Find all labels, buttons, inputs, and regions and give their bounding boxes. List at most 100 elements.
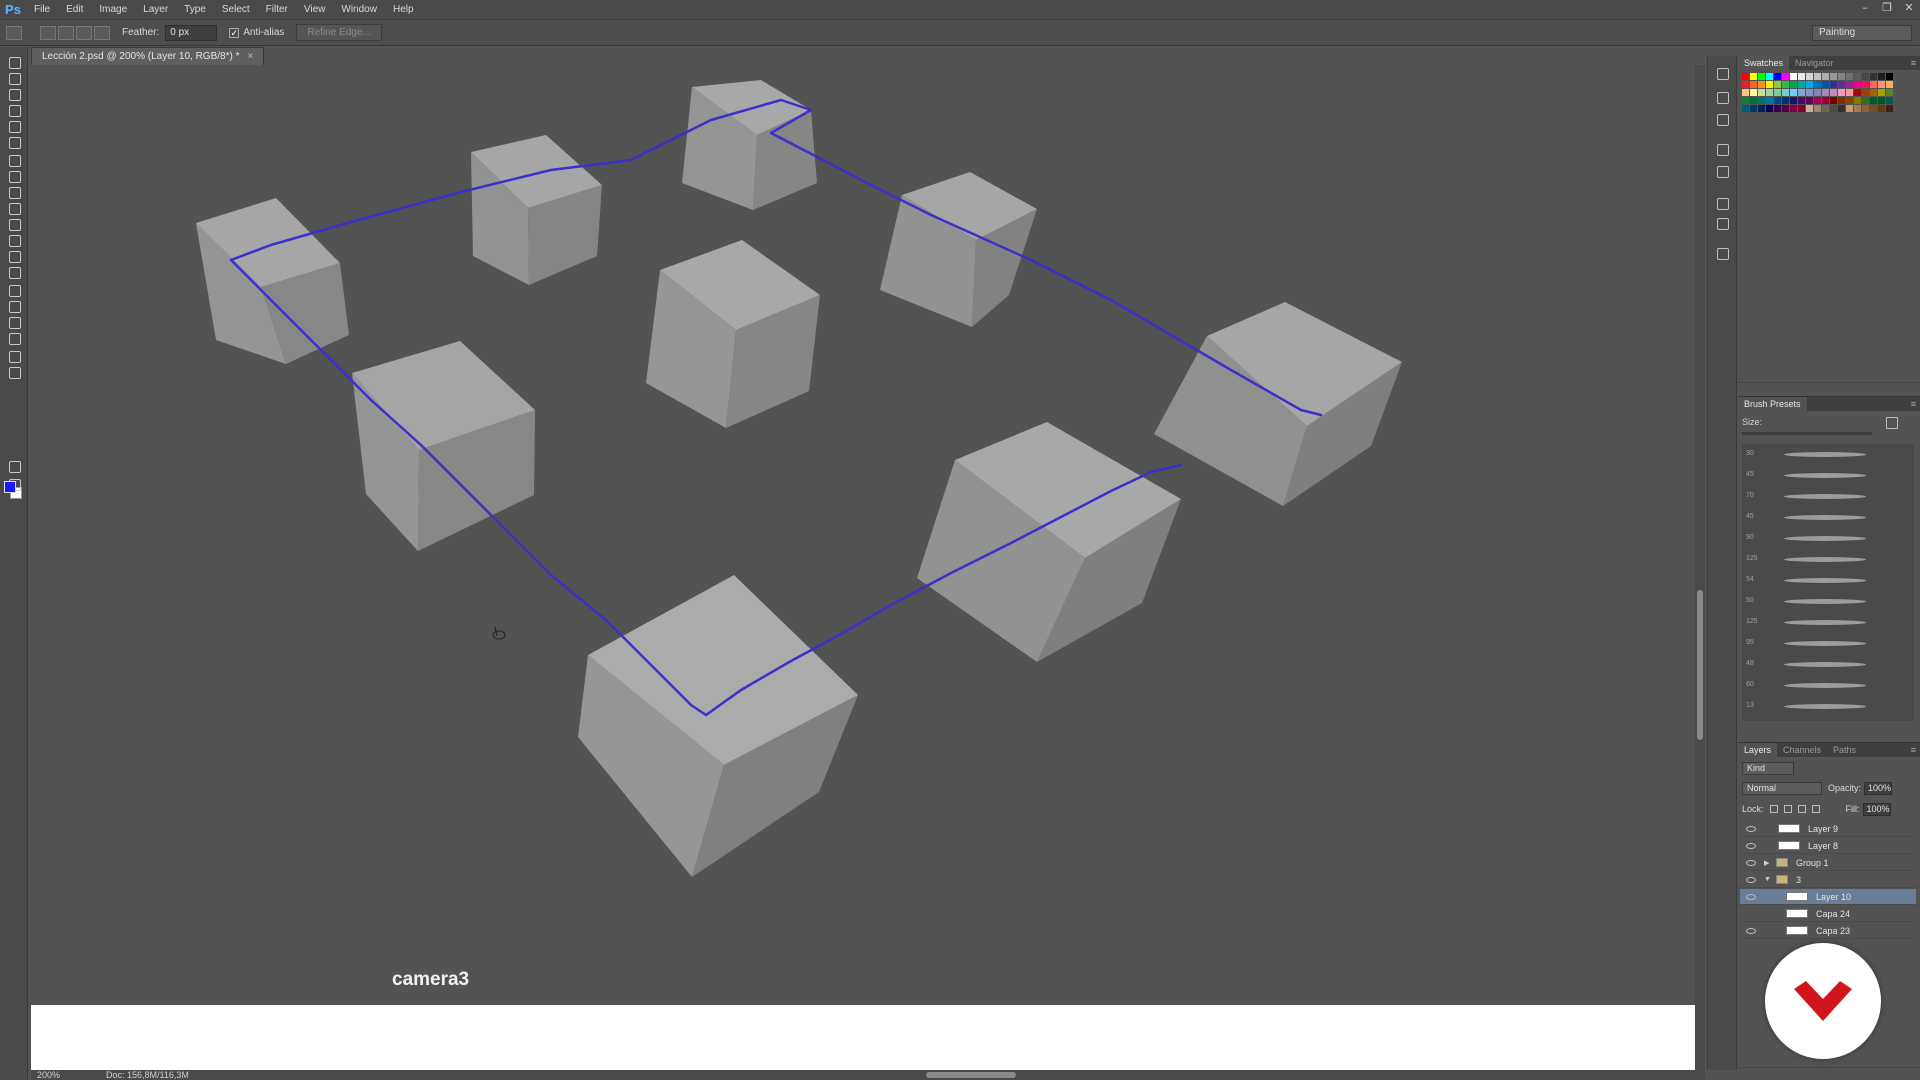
move-tool-icon[interactable]: [7, 55, 21, 69]
layer-row[interactable]: ▼ 3: [1740, 872, 1916, 888]
color-swatch[interactable]: [1742, 89, 1749, 96]
color-swatch[interactable]: [1862, 89, 1869, 96]
color-swatch[interactable]: [1886, 97, 1893, 104]
color-swatch[interactable]: [1782, 105, 1789, 112]
color-swatch[interactable]: [1870, 89, 1877, 96]
close-button[interactable]: ✕: [1898, 0, 1920, 16]
brush-preset-stroke[interactable]: [1784, 641, 1866, 646]
lock-pixels-icon[interactable]: [1783, 805, 1792, 813]
document-tab[interactable]: Lección 2.psd @ 200% (Layer 10, RGB/8*) …: [31, 47, 265, 65]
color-swatch[interactable]: [1766, 89, 1773, 96]
tab-layers[interactable]: Layers: [1738, 743, 1778, 757]
color-swatch[interactable]: [1750, 97, 1757, 104]
brush-tool-icon[interactable]: [7, 169, 21, 183]
color-swatch[interactable]: [1790, 97, 1797, 104]
color-swatch[interactable]: [1790, 105, 1797, 112]
color-swatch[interactable]: [1854, 97, 1861, 104]
color-swatch[interactable]: [1814, 81, 1821, 88]
tool-presets-icon[interactable]: [1717, 248, 1729, 260]
feather-input[interactable]: 0 px: [165, 24, 218, 41]
color-swatch[interactable]: [1750, 89, 1757, 96]
brush-preset-stroke[interactable]: [1784, 662, 1866, 667]
clone-source-icon[interactable]: [1717, 166, 1729, 178]
brush-preset-stroke[interactable]: [1784, 536, 1866, 541]
brush-preset-stroke[interactable]: [1784, 704, 1866, 709]
path-selection-tool-icon[interactable]: [7, 315, 21, 329]
color-swatch[interactable]: [1742, 105, 1749, 112]
visibility-eye-icon[interactable]: [1746, 911, 1756, 917]
lock-position-icon[interactable]: [1797, 805, 1806, 813]
color-swatch[interactable]: [1758, 89, 1765, 96]
color-swatch[interactable]: [1878, 97, 1885, 104]
line-tool-icon[interactable]: [7, 331, 21, 345]
color-swatch[interactable]: [1790, 81, 1797, 88]
blur-tool-icon[interactable]: [7, 249, 21, 263]
gradient-tool-icon[interactable]: [7, 233, 21, 247]
panel-menu-icon[interactable]: ≡: [1911, 397, 1916, 411]
color-swatch[interactable]: [1822, 89, 1829, 96]
color-swatch[interactable]: [1862, 73, 1869, 80]
color-swatch[interactable]: [1774, 105, 1781, 112]
layer-kind-filter[interactable]: Kind: [1742, 761, 1794, 775]
color-swatch[interactable]: [1806, 97, 1813, 104]
color-swatch[interactable]: [1822, 81, 1829, 88]
subtract-from-selection-icon[interactable]: [76, 25, 92, 40]
brush-size-slider[interactable]: [1742, 432, 1872, 435]
panel-menu-icon[interactable]: ≡: [1911, 56, 1916, 70]
blend-mode-select[interactable]: Normal: [1742, 781, 1822, 795]
brush-preset-stroke[interactable]: [1784, 578, 1866, 583]
menu-window[interactable]: Window: [333, 0, 385, 20]
color-swatch[interactable]: [1878, 81, 1885, 88]
anti-alias-checkbox[interactable]: ✓ Anti-alias: [229, 27, 284, 38]
color-swatch[interactable]: [1830, 73, 1837, 80]
brush-preset-stroke[interactable]: [1784, 599, 1866, 604]
color-swatch[interactable]: [1766, 81, 1773, 88]
layer-row[interactable]: ▶ Group 1: [1740, 855, 1916, 871]
brush-preset-stroke[interactable]: [1784, 557, 1866, 562]
horizontal-scroll-thumb[interactable]: [926, 1072, 1016, 1078]
tab-brush-presets[interactable]: Brush Presets: [1738, 397, 1807, 411]
menu-help[interactable]: Help: [385, 0, 422, 20]
layer-row[interactable]: Capa 24: [1740, 906, 1916, 922]
color-swatch[interactable]: [1846, 89, 1853, 96]
minimize-button[interactable]: –: [1854, 0, 1876, 16]
clone-stamp-tool-icon[interactable]: [7, 185, 21, 199]
color-swatch[interactable]: [1838, 97, 1845, 104]
brush-icon[interactable]: [1717, 144, 1729, 156]
color-swatch[interactable]: [1886, 81, 1893, 88]
intersect-selection-icon[interactable]: [94, 25, 110, 40]
history-icon[interactable]: [1717, 68, 1729, 80]
color-swatch[interactable]: [1854, 81, 1861, 88]
magic-wand-tool-icon[interactable]: [7, 103, 21, 117]
color-swatch[interactable]: [1878, 89, 1885, 96]
type-tool-icon[interactable]: [7, 299, 21, 313]
fill-input[interactable]: 100%: [1862, 802, 1891, 816]
color-swatch[interactable]: [1870, 73, 1877, 80]
color-swatch[interactable]: [1838, 89, 1845, 96]
visibility-eye-icon[interactable]: [1746, 927, 1756, 934]
actions-icon[interactable]: [1717, 92, 1729, 104]
color-swatch[interactable]: [1790, 89, 1797, 96]
opacity-input[interactable]: 100%: [1864, 781, 1893, 795]
menu-view[interactable]: View: [296, 0, 334, 20]
color-swatch[interactable]: [1806, 105, 1813, 112]
lasso-tool-preset-icon[interactable]: [6, 25, 22, 40]
brush-preset-stroke[interactable]: [1784, 473, 1866, 478]
color-swatch[interactable]: [1742, 73, 1749, 80]
layer-row[interactable]: Layer 10: [1740, 889, 1916, 905]
color-swatch[interactable]: [1758, 97, 1765, 104]
layer-row[interactable]: Layer 8: [1740, 838, 1916, 854]
color-swatch[interactable]: [1766, 97, 1773, 104]
color-swatch[interactable]: [1782, 89, 1789, 96]
workspace-switcher[interactable]: Painting: [1812, 25, 1912, 41]
document-canvas[interactable]: camera3: [31, 65, 1695, 1070]
brush-panel-toggle-icon[interactable]: [1886, 417, 1898, 429]
layer-row[interactable]: Capa 23: [1740, 923, 1916, 939]
color-swatch[interactable]: [1814, 73, 1821, 80]
color-swatch[interactable]: [1758, 81, 1765, 88]
color-swatch[interactable]: [1854, 89, 1861, 96]
expand-arrow-icon[interactable]: ▶: [1764, 859, 1772, 867]
color-swatch[interactable]: [1846, 73, 1853, 80]
pen-tool-icon[interactable]: [7, 283, 21, 297]
panel-menu-icon[interactable]: ≡: [1911, 743, 1916, 757]
